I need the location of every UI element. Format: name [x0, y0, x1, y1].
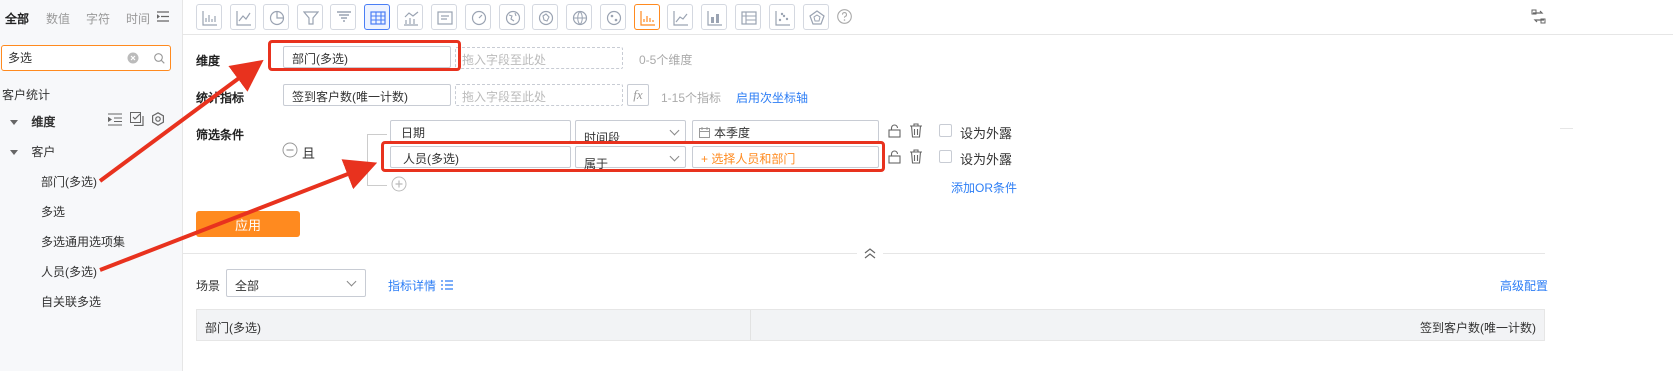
annotation-arrows	[98, 59, 378, 272]
annotation-arrow	[98, 59, 264, 183]
annotation-arrow	[99, 159, 378, 272]
